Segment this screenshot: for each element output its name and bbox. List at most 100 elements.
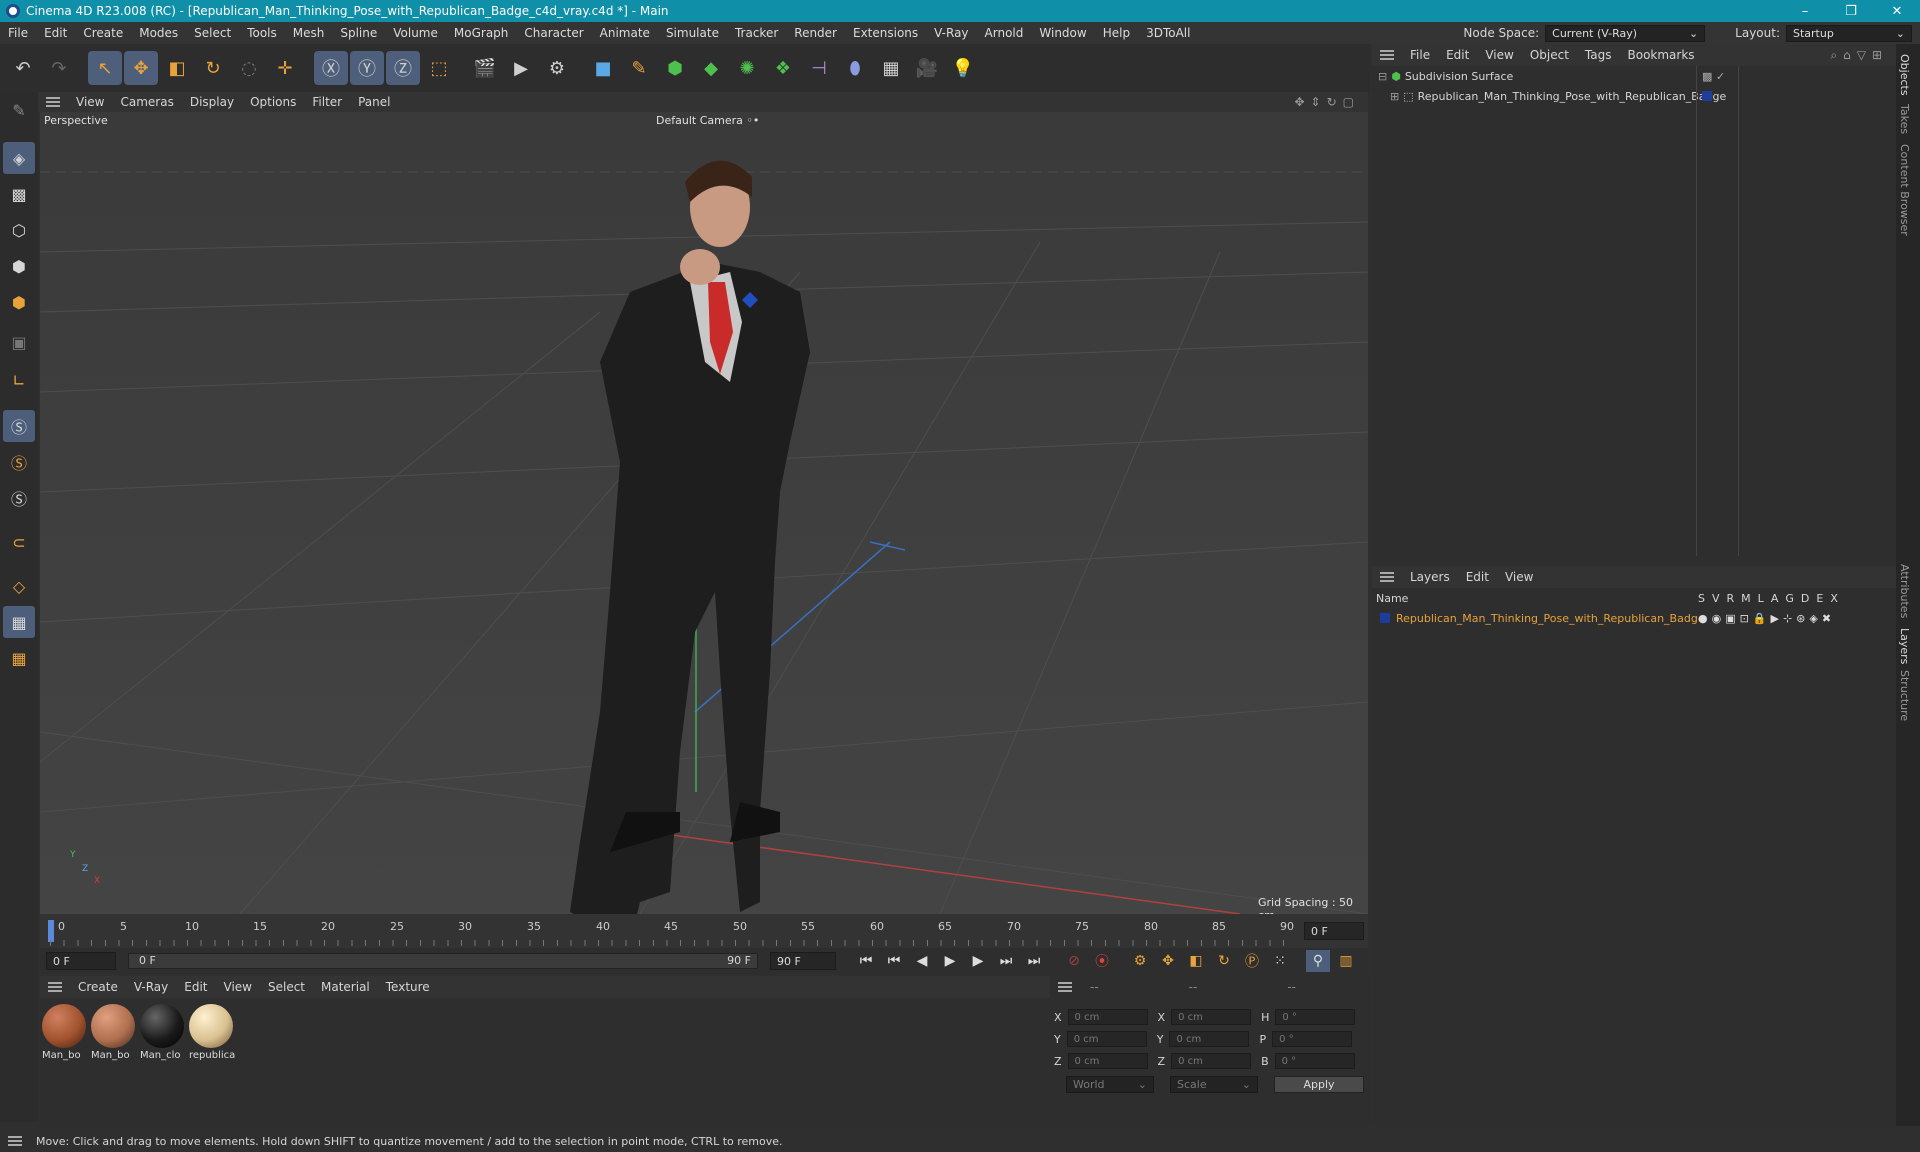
locked-workplane-icon[interactable]: ▦ [3,642,35,674]
menu-arnold[interactable]: Arnold [977,26,1032,40]
undo-icon[interactable]: ↶ [6,51,40,85]
render-picture-viewer-icon[interactable]: ▶ [504,51,538,85]
minimize-button[interactable]: – [1782,4,1828,19]
menu-mograph[interactable]: MoGraph [446,26,517,40]
objects-menu-object[interactable]: Object [1522,48,1577,62]
menu-edit[interactable]: Edit [36,26,75,40]
key-scale-icon[interactable]: ◧ [1184,950,1208,972]
edit-check-icon[interactable]: ▩ ✓ [1702,70,1725,83]
side-tab-attributes[interactable]: Attributes [1898,564,1911,618]
key-param-icon[interactable]: Ⓟ [1240,950,1264,972]
viewport-menu-panel[interactable]: Panel [350,95,398,109]
y-axis-lock-icon[interactable]: Ⓨ [350,51,384,85]
objects-menu-edit[interactable]: Edit [1438,48,1477,62]
timeline-end-field[interactable]: 0 F [1304,922,1364,940]
scale-tool-icon[interactable]: ◧ [160,51,194,85]
timeline-ruler[interactable]: 0 5 10 15 20 25 30 35 40 45 50 55 60 65 … [40,914,1368,948]
restore-button[interactable]: ❐ [1828,4,1874,19]
objects-menu-file[interactable]: File [1402,48,1438,62]
next-frame-icon[interactable]: ▶ [966,950,990,972]
menu-spline[interactable]: Spline [332,26,385,40]
create-tool-icon[interactable]: ✛ [268,51,302,85]
key-rotation-icon[interactable]: ↻ [1212,950,1236,972]
viewport-menu-filter[interactable]: Filter [304,95,350,109]
viewport-nav-icons[interactable]: ✥⇕↻▢ [1294,95,1368,109]
menu-mesh[interactable]: Mesh [285,26,333,40]
apply-button[interactable]: Apply [1274,1076,1364,1093]
make-editable-icon[interactable]: ✎ [3,94,35,126]
menu-render[interactable]: Render [786,26,845,40]
position-x-field[interactable]: 0 cm [1067,1009,1148,1025]
playhead[interactable] [48,920,54,942]
subdivision-surface-icon[interactable]: ⬢ [658,51,692,85]
material-menu-view[interactable]: View [216,980,260,994]
cube-primitive-icon[interactable]: ■ [586,51,620,85]
solo-icon[interactable]: Ⓢ [3,410,35,442]
material-swatch[interactable]: republica [189,1004,235,1061]
collapse-icon[interactable]: ⊟ [1378,70,1387,83]
rotation-h-field[interactable]: 0 ° [1275,1009,1356,1025]
layer-color-swatch[interactable] [1380,613,1390,623]
model-mode-icon[interactable]: ◈ [3,142,35,174]
menu-3dtoall[interactable]: 3DToAll [1138,26,1198,40]
prev-keyframe-icon[interactable]: ⏮ [882,950,906,972]
current-frame-field[interactable]: 0 F [46,952,116,970]
material-swatch[interactable]: Man_bo [42,1004,88,1061]
side-tab-layers[interactable]: Layers [1898,628,1911,664]
grid-icon[interactable]: ▦ [3,606,35,638]
material-menu-material[interactable]: Material [313,980,378,994]
objects-menu-icon[interactable] [1380,50,1394,60]
pen-spline-icon[interactable]: ✎ [622,51,656,85]
light-icon[interactable]: 💡 [946,51,980,85]
side-tab-structure[interactable]: Structure [1898,670,1911,721]
layers-menu-layers[interactable]: Layers [1402,570,1458,584]
menu-create[interactable]: Create [75,26,131,40]
field-icon[interactable]: ⬮ [838,51,872,85]
size-z-field[interactable]: 0 cm [1171,1053,1252,1069]
layers-menu-icon[interactable] [1380,572,1394,582]
axis-mode-icon[interactable]: ∟ [3,364,35,396]
3d-viewport[interactable]: Perspective Default Camera ◦• Grid Spaci… [40,112,1368,914]
menu-window[interactable]: Window [1031,26,1094,40]
object-row[interactable]: ⊟ ⬢ Subdivision Surface ▩ ✓ [1372,66,1896,86]
material-swatch[interactable]: Man_bo [91,1004,137,1061]
status-menu-icon[interactable] [8,1136,22,1146]
rotation-p-field[interactable]: 0 ° [1272,1031,1353,1047]
coordinate-system-icon[interactable]: ⬚ [422,51,456,85]
uv-mode-icon[interactable]: ▣ [3,326,35,358]
snap-icon[interactable]: ⊂ [3,526,35,558]
max-frame-field[interactable]: 90 F [770,952,836,970]
position-y-field[interactable]: 0 cm [1066,1031,1147,1047]
edges-mode-icon[interactable]: ⬢ [3,250,35,282]
frame-range-slider[interactable]: 0 F 90 F [128,953,758,969]
mograph-icon[interactable]: ❖ [766,51,800,85]
go-to-start-icon[interactable]: ⏮ [854,950,878,972]
layers-menu-view[interactable]: View [1497,570,1541,584]
size-y-field[interactable]: 0 cm [1169,1031,1250,1047]
layers-menu-edit[interactable]: Edit [1458,570,1497,584]
coordinates-menu-icon[interactable] [1058,982,1072,992]
close-button[interactable]: ✕ [1874,4,1920,19]
layer-toggle-icons[interactable]: ●◉▣⊡🔒▶⊹⊛◈✖ [1698,612,1835,625]
size-mode-dropdown[interactable]: Scale ⌄ [1170,1076,1258,1093]
render-view-icon[interactable]: 🎬 [468,51,502,85]
floor-icon[interactable]: ▦ [874,51,908,85]
key-settings-icon[interactable]: ⚙ [1128,950,1152,972]
move-tool-icon[interactable]: ✥ [124,51,158,85]
autokey-icon[interactable]: ⦿ [1090,950,1114,972]
menu-character[interactable]: Character [516,26,591,40]
menu-select[interactable]: Select [186,26,239,40]
viewport-menu-cameras[interactable]: Cameras [112,95,181,109]
expand-icon[interactable]: ⊞ [1390,90,1399,103]
material-menu-icon[interactable] [48,982,62,992]
solo-off-icon[interactable]: Ⓢ [3,482,35,514]
next-keyframe-icon[interactable]: ⏭ [994,950,1018,972]
material-menu-vray[interactable]: V-Ray [126,980,176,994]
rotation-b-field[interactable]: 0 ° [1274,1053,1355,1069]
menu-tools[interactable]: Tools [239,26,285,40]
play-icon[interactable]: ▶ [938,950,962,972]
objects-menu-view[interactable]: View [1477,48,1521,62]
select-tool-icon[interactable]: ↖ [88,51,122,85]
objects-search-icon[interactable]: ⌕⌂▽⊞ [1830,48,1896,63]
deformer-icon[interactable]: ⊣ [802,51,836,85]
